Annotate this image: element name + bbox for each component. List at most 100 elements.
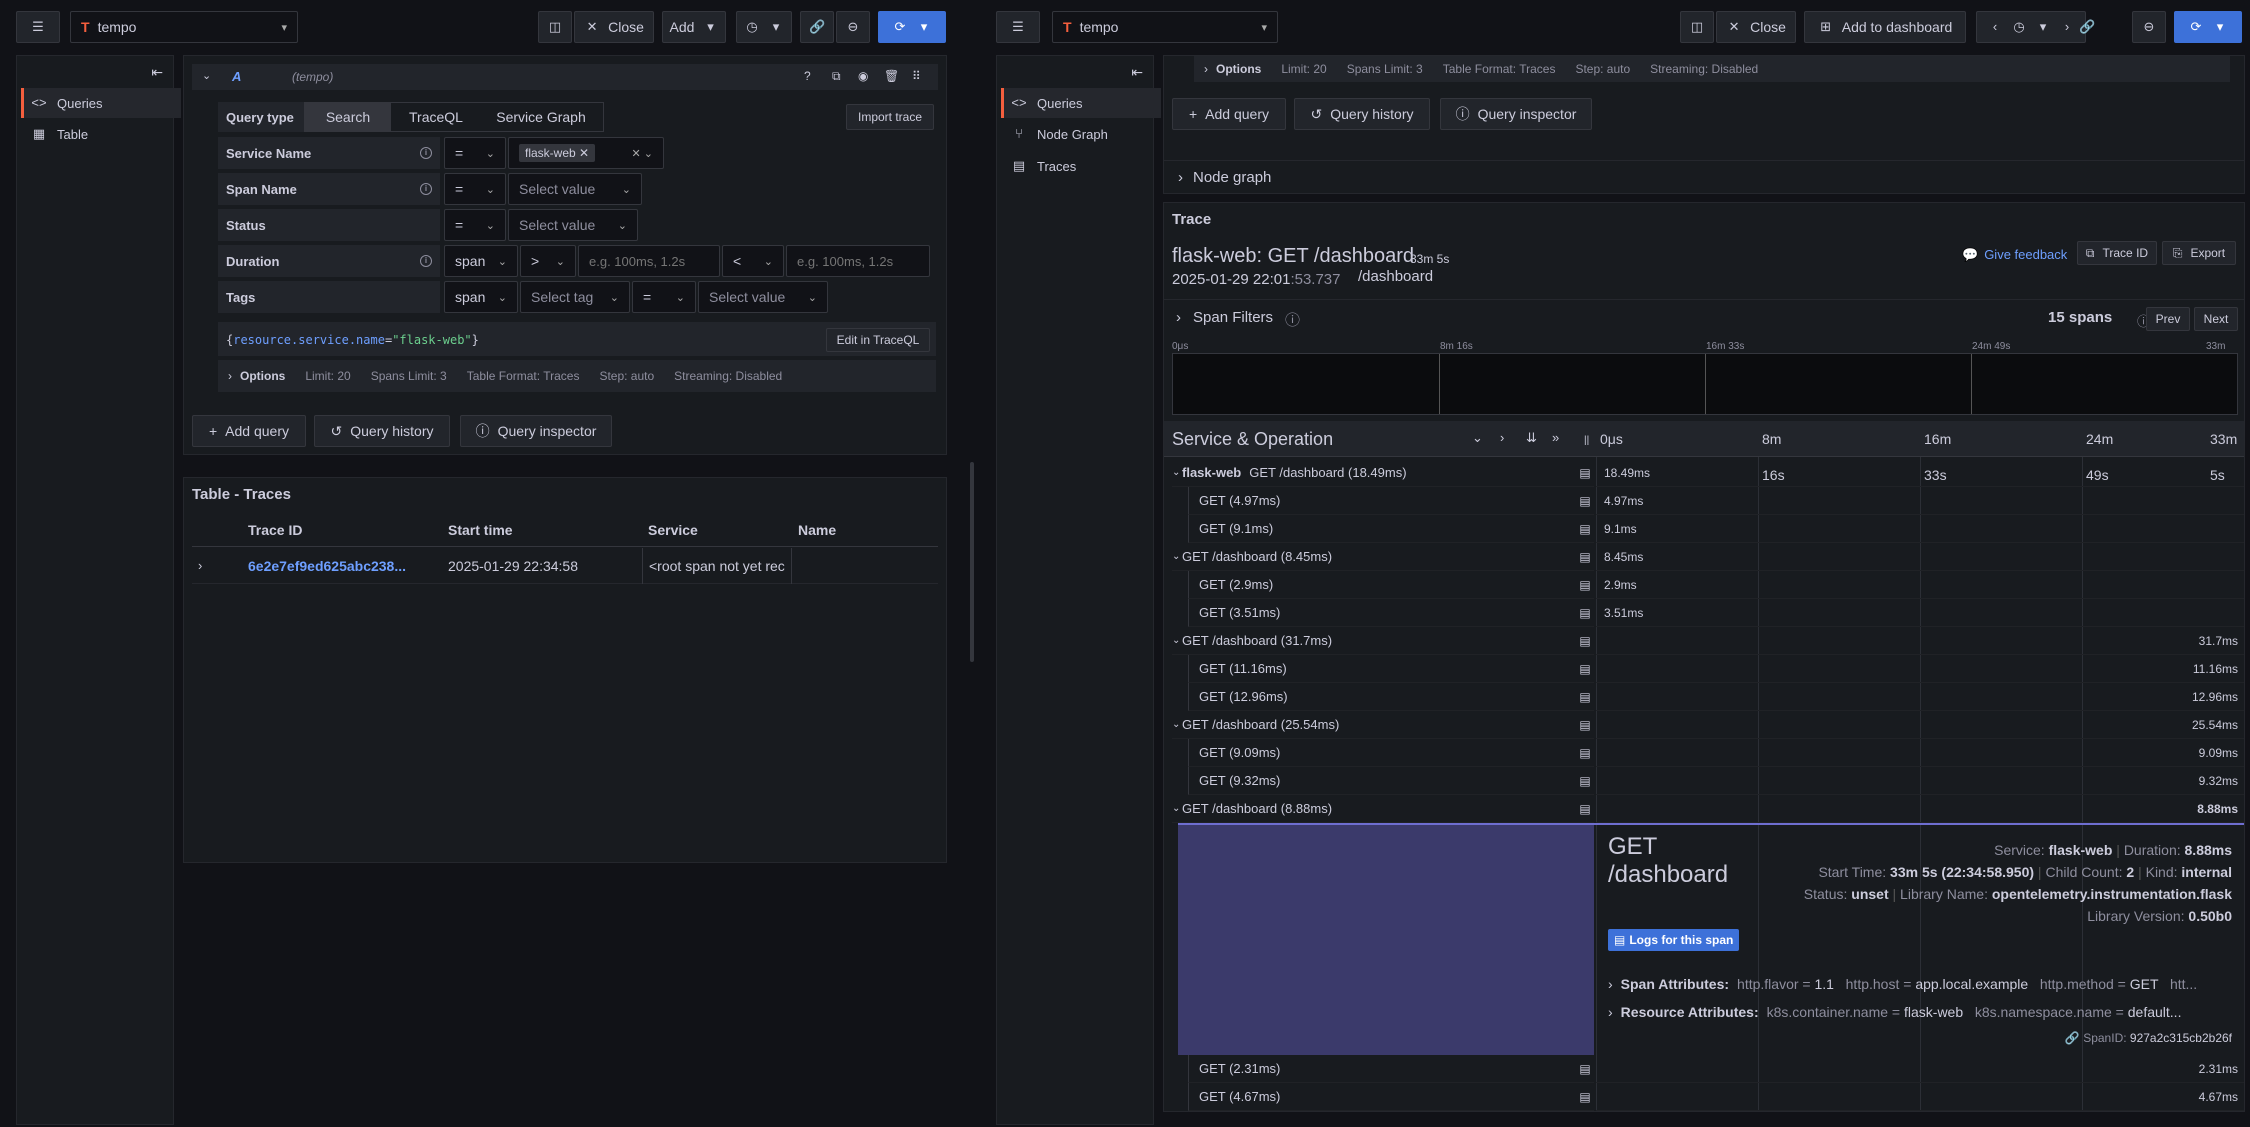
col-service[interactable]: Service (648, 522, 698, 538)
span-name-cell[interactable]: ⌄ GET /dashboard (25.54ms) (1172, 711, 1594, 739)
span-row[interactable]: ⌄ GET /dashboard (25.54ms) ▤ 25.54ms (1164, 711, 2244, 739)
query-ref[interactable]: A (232, 69, 241, 84)
duration-min-operator[interactable]: > ⌄ (520, 245, 576, 277)
node-graph-section[interactable]: › Node graph (1163, 160, 2245, 194)
span-name-cell[interactable]: GET (11.16ms) (1188, 655, 1594, 683)
span-logs-icon[interactable]: ▤ (1576, 520, 1594, 538)
clear-icon[interactable]: ✕ ⌄ (632, 147, 654, 160)
duration-type-select[interactable]: span ⌄ (444, 245, 518, 277)
remove-chip-icon[interactable]: ✕ (579, 146, 589, 160)
span-name-cell[interactable]: GET (4.97ms) (1188, 487, 1594, 515)
span-logs-icon[interactable]: ▤ (1576, 660, 1594, 678)
add-to-dashboard-button[interactable]: ⊞ Add to dashboard (1804, 11, 1966, 43)
span-filters-toggle[interactable]: › Span Filters ⓘ (1176, 309, 1300, 330)
span-row[interactable]: GET (4.67ms) ▤ 4.67ms (1164, 1083, 2244, 1111)
span-row[interactable]: ⌄ GET /dashboard (8.88ms) ▤ 8.88ms (1164, 795, 2244, 823)
drag-handle-icon[interactable]: ⠿ (912, 69, 921, 83)
span-attributes-row[interactable]: › Span Attributes: http.flavor = 1.1 http… (1608, 973, 2228, 995)
import-trace-button[interactable]: Import trace (846, 104, 934, 130)
query-history-button[interactable]: ↺ Query history (1294, 98, 1430, 130)
sidebar-item-queries[interactable]: <> Queries (1001, 88, 1161, 118)
edit-in-traceql-button[interactable]: Edit in TraceQL (826, 328, 930, 352)
span-row[interactable]: GET (9.32ms) ▤ 9.32ms (1164, 767, 2244, 795)
collapse-one-icon[interactable]: ⌄ (1472, 430, 1483, 446)
span-logs-icon[interactable]: ▤ (1576, 576, 1594, 594)
col-name[interactable]: Name (798, 522, 836, 538)
duration-max-operator[interactable]: < ⌄ (722, 245, 784, 277)
help-icon[interactable]: ? (804, 69, 811, 83)
split-view-button[interactable]: ◫ (538, 11, 572, 43)
prev-button[interactable]: Prev (2146, 307, 2190, 331)
tab-service-graph[interactable]: Service Graph (481, 103, 601, 131)
zoom-out-button[interactable]: ⊖ (836, 11, 870, 43)
resize-handle-icon[interactable]: || (1584, 435, 1589, 446)
span-logs-icon[interactable]: ▤ (1576, 772, 1594, 790)
span-logs-icon[interactable]: ▤ (1576, 800, 1594, 818)
share-link-button[interactable]: 🔗 (800, 11, 834, 43)
span-row[interactable]: GET (9.09ms) ▤ 9.09ms (1164, 739, 2244, 767)
tab-search[interactable]: Search (305, 103, 391, 131)
span-logs-icon[interactable]: ▤ (1576, 688, 1594, 706)
eye-icon[interactable]: ◉ (858, 69, 868, 83)
give-feedback-link[interactable]: 💬 Give feedback (1962, 247, 2067, 263)
close-button[interactable]: ✕ Close (1716, 11, 1796, 43)
scrollbar[interactable] (970, 462, 974, 662)
span-row[interactable]: GET (2.9ms) ▤ 2.9ms (1164, 571, 2244, 599)
span-logs-icon[interactable]: ▤ (1576, 744, 1594, 762)
sidebar-item-table[interactable]: ▦ Table (21, 119, 181, 149)
tags-type-select[interactable]: span ⌄ (444, 281, 518, 313)
zoom-out-button[interactable]: ⊖ (2132, 11, 2166, 43)
query-history-button[interactable]: ↺ Query history (314, 415, 450, 447)
collapse-sidebar-icon[interactable]: ⇤ (151, 64, 163, 81)
span-name-select[interactable]: Select value ⌄ (508, 173, 642, 205)
col-start-time[interactable]: Start time (448, 522, 513, 538)
options-row[interactable]: › Options Limit: 20 Spans Limit: 3 Table… (218, 360, 936, 392)
span-logs-icon[interactable]: ▤ (1576, 1088, 1594, 1106)
span-logs-icon[interactable]: ▤ (1576, 632, 1594, 650)
minimap[interactable] (1172, 353, 2238, 415)
span-name-cell[interactable]: GET (4.67ms) (1188, 1083, 1594, 1111)
span-row[interactable]: GET (3.51ms) ▤ 3.51ms (1164, 599, 2244, 627)
datasource-picker[interactable]: T tempo ▾ (1052, 11, 1278, 43)
span-row[interactable]: GET (2.31ms) ▤ 2.31ms (1164, 1055, 2244, 1083)
duplicate-icon[interactable]: ⧉ (832, 69, 841, 84)
tag-select[interactable]: Select tag ⌄ (520, 281, 630, 313)
span-name-cell[interactable]: GET (9.1ms) (1188, 515, 1594, 543)
run-query-button[interactable]: ⟳ ▾ (2174, 11, 2242, 43)
span-row[interactable]: GET (9.1ms) ▤ 9.1ms (1164, 515, 2244, 543)
trace-id-button[interactable]: ⧉ Trace ID (2077, 241, 2157, 265)
sidebar-item-node-graph[interactable]: ⑂ Node Graph (1001, 119, 1161, 149)
span-name-cell[interactable]: ⌄ GET /dashboard (8.45ms) (1172, 543, 1594, 571)
span-logs-icon[interactable]: ▤ (1576, 716, 1594, 734)
span-logs-icon[interactable]: ▤ (1576, 1060, 1594, 1078)
sidebar-item-traces[interactable]: ▤ Traces (1001, 151, 1161, 181)
span-name-cell[interactable]: GET (9.32ms) (1188, 767, 1594, 795)
chevron-down-icon[interactable]: ⌄ (1172, 635, 1182, 646)
expand-one-icon[interactable]: › (1500, 430, 1504, 445)
span-logs-icon[interactable]: ▤ (1576, 548, 1594, 566)
service-name-operator[interactable]: = ⌄ (444, 137, 506, 169)
menu-button[interactable]: ☰ (996, 11, 1040, 43)
status-select[interactable]: Select value ⌄ (508, 209, 638, 241)
chevron-down-icon[interactable]: ⌄ (202, 69, 211, 82)
service-name-select[interactable]: flask-web ✕ ✕ ⌄ (508, 137, 664, 169)
datasource-picker[interactable]: T tempo ▾ (70, 11, 298, 43)
span-row[interactable]: GET (4.97ms) ▤ 4.97ms (1164, 487, 2244, 515)
expand-all-icon[interactable]: » (1552, 430, 1559, 445)
span-row[interactable]: GET (12.96ms) ▤ 12.96ms (1164, 683, 2244, 711)
collapse-sidebar-icon[interactable]: ⇤ (1131, 64, 1143, 81)
tab-traceql[interactable]: TraceQL (391, 103, 481, 131)
span-name-cell[interactable]: GET (12.96ms) (1188, 683, 1594, 711)
tag-value-select[interactable]: Select value ⌄ (698, 281, 828, 313)
duration-min-input[interactable] (578, 245, 720, 277)
query-inspector-button[interactable]: ⓘ Query inspector (460, 415, 612, 447)
span-name-operator[interactable]: = ⌄ (444, 173, 506, 205)
chevron-right-icon[interactable]: › (198, 558, 202, 573)
chevron-down-icon[interactable]: ⌄ (1172, 551, 1182, 562)
span-logs-icon[interactable]: ▤ (1576, 492, 1594, 510)
chevron-down-icon[interactable]: ⌄ (1172, 719, 1182, 730)
add-button[interactable]: Add ▾ (662, 11, 726, 43)
run-query-button[interactable]: ⟳ ▾ (878, 11, 946, 43)
span-name-cell[interactable]: GET (3.51ms) (1188, 599, 1594, 627)
duration-max-input[interactable] (786, 245, 930, 277)
